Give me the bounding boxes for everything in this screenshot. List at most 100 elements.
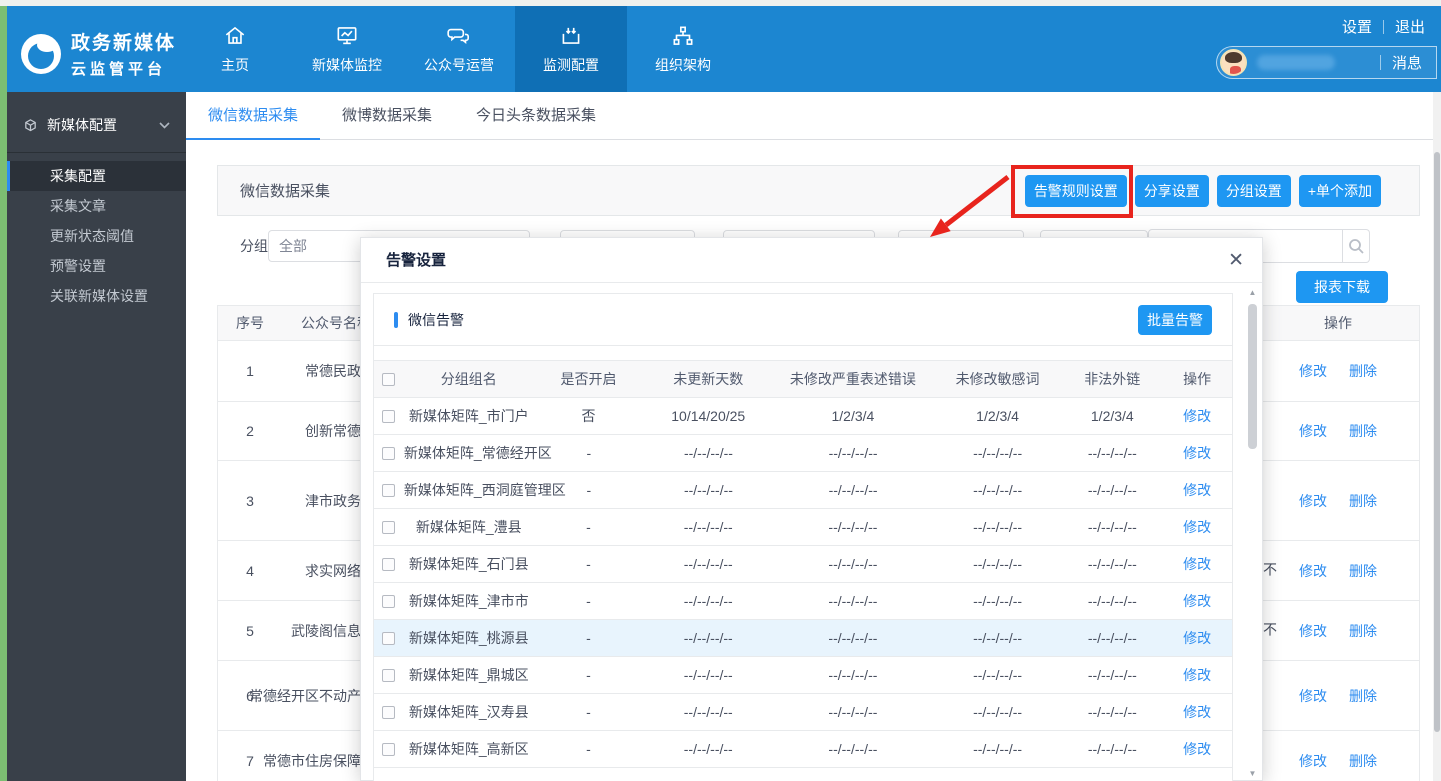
group-name-cell: 新媒体矩阵_鼎城区 — [408, 667, 529, 683]
edit-link[interactable]: 修改 — [1183, 630, 1211, 646]
row-checkbox[interactable] — [382, 520, 396, 534]
edit-link[interactable]: 修改 — [1299, 361, 1327, 381]
alert-table-row: 新媒体矩阵_津市市 - --/--/--/-- --/--/--/-- --/-… — [374, 583, 1232, 620]
nav-item-media-monitor[interactable]: 新媒体监控 — [291, 6, 403, 92]
scroll-up-arrow[interactable]: ▲ — [1246, 288, 1259, 297]
edit-link[interactable]: 修改 — [1183, 519, 1211, 535]
edit-link[interactable]: 修改 — [1299, 421, 1327, 441]
sidebar-item-related-media[interactable]: 关联新媒体设置 — [7, 281, 186, 311]
nav-item-account-ops[interactable]: 公众号运营 — [403, 6, 515, 92]
page-scrollbar[interactable] — [1433, 92, 1441, 781]
row-checkbox[interactable] — [382, 483, 396, 497]
close-icon[interactable]: ✕ — [1228, 238, 1244, 283]
illegal-cell: --/--/--/-- — [1087, 630, 1137, 646]
row-checkbox[interactable] — [382, 446, 396, 460]
delete-link[interactable]: 删除 — [1349, 621, 1377, 641]
nav-item-org-structure[interactable]: 组织架构 — [627, 6, 739, 92]
edit-link[interactable]: 修改 — [1183, 741, 1211, 757]
enabled-cell: - — [586, 741, 591, 757]
delete-link[interactable]: 删除 — [1349, 491, 1377, 511]
alert-table-row: 新媒体矩阵_西洞庭管理区 - --/--/--/-- --/--/--/-- -… — [374, 472, 1232, 509]
group-name-cell: 新媒体矩阵_津市市 — [408, 593, 529, 609]
delete-link[interactable]: 删除 — [1349, 751, 1377, 771]
scroll-down-arrow[interactable]: ▼ — [1246, 769, 1259, 778]
enabled-cell: - — [586, 667, 591, 683]
edit-link[interactable]: 修改 — [1183, 408, 1211, 424]
alert-table: 分组组名 是否开启 未更新天数 未修改严重表述错误 未修改敏感词 非法外链 操作… — [374, 360, 1232, 768]
row-checkbox[interactable] — [382, 409, 396, 423]
sidebar-item-warning-settings[interactable]: 预警设置 — [7, 251, 186, 281]
sidebar-item-collect-config[interactable]: 采集配置 — [7, 161, 186, 191]
row-checkbox[interactable] — [382, 742, 396, 756]
col-actions: 操作 — [1183, 371, 1212, 387]
share-settings-button[interactable]: 分享设置 — [1134, 174, 1209, 207]
sidebar-item-collect-articles[interactable]: 采集文章 — [7, 191, 186, 221]
logo-line1: 政务新媒体 — [71, 33, 177, 54]
row-checkbox[interactable] — [382, 594, 396, 608]
row-checkbox[interactable] — [382, 668, 396, 682]
edit-link[interactable]: 修改 — [1183, 445, 1211, 461]
enabled-cell: - — [586, 482, 592, 498]
logo-globe-icon — [21, 33, 61, 74]
delete-link[interactable]: 删除 — [1349, 686, 1377, 706]
errors-cell: --/--/--/-- — [828, 593, 878, 609]
col-days: 未更新天数 — [673, 371, 744, 387]
main-nav: 主页 新媒体监控 公众号运营 监测配置 组织架构 — [179, 6, 739, 92]
messages-link[interactable]: 消息 — [1392, 52, 1422, 73]
scrollbar-thumb[interactable] — [1434, 152, 1440, 732]
edit-link[interactable]: 修改 — [1183, 556, 1211, 572]
nav-item-monitor-config[interactable]: 监测配置 — [515, 6, 627, 92]
enabled-cell: - — [586, 519, 591, 535]
delete-link[interactable]: 删除 — [1349, 421, 1377, 441]
alert-rules-button[interactable]: 告警规则设置 — [1024, 174, 1127, 207]
edit-link[interactable]: 修改 — [1299, 686, 1327, 706]
edit-link[interactable]: 修改 — [1183, 482, 1211, 498]
delete-link[interactable]: 删除 — [1349, 361, 1377, 381]
nav-label: 主页 — [221, 57, 249, 73]
delete-link[interactable]: 删除 — [1349, 561, 1377, 581]
days-cell: --/--/--/-- — [683, 556, 733, 572]
add-single-button[interactable]: +单个添加 — [1298, 174, 1381, 207]
search-button[interactable] — [1343, 229, 1370, 263]
days-cell: 10/14/20/25 — [671, 408, 746, 424]
modal-scrollbar[interactable]: ▲ ▼ — [1246, 288, 1259, 778]
edit-link[interactable]: 修改 — [1299, 751, 1327, 771]
days-cell: --/--/--/-- — [683, 593, 733, 609]
group-name-cell: 新媒体矩阵_汉寿县 — [408, 704, 529, 720]
edit-link[interactable]: 修改 — [1299, 621, 1327, 641]
settings-link[interactable]: 设置 — [1342, 16, 1372, 37]
nav-item-home[interactable]: 主页 — [179, 6, 291, 92]
enabled-cell: - — [586, 593, 591, 609]
edit-link[interactable]: 修改 — [1299, 491, 1327, 511]
row-checkbox[interactable] — [382, 557, 396, 571]
row-checkbox[interactable] — [382, 705, 396, 719]
edit-link[interactable]: 修改 — [1183, 593, 1211, 609]
tab-toutiao-collect[interactable]: 今日头条数据采集 — [454, 92, 618, 140]
errors-cell: --/--/--/-- — [828, 556, 878, 572]
monitor-icon — [337, 27, 357, 45]
report-download-button[interactable]: 报表下载 — [1296, 271, 1388, 303]
col-enabled: 是否开启 — [560, 371, 617, 387]
tab-weibo-collect[interactable]: 微博数据采集 — [320, 92, 454, 140]
app-logo: 政务新媒体 云监管平台 — [21, 28, 176, 79]
panel-header: 微信数据采集 告警规则设置 分享设置 分组设置 +单个添加 — [217, 165, 1420, 216]
modal-section-header: 微信告警 批量告警 — [374, 294, 1232, 346]
tab-wechat-collect[interactable]: 微信数据采集 — [186, 92, 320, 140]
cube-icon — [25, 118, 36, 131]
days-cell: --/--/--/-- — [683, 741, 733, 757]
scrollbar-thumb[interactable] — [1248, 304, 1257, 449]
alert-table-row: 新媒体矩阵_澧县 - --/--/--/-- --/--/--/-- --/--… — [374, 509, 1232, 546]
edit-link[interactable]: 修改 — [1299, 561, 1327, 581]
errors-cell: --/--/--/-- — [828, 445, 878, 461]
errors-cell: --/--/--/-- — [828, 704, 878, 720]
sidebar-group-media-config[interactable]: 新媒体配置 — [7, 106, 186, 144]
logout-link[interactable]: 退出 — [1395, 16, 1425, 37]
select-all-checkbox[interactable] — [382, 372, 396, 386]
sidebar-item-update-threshold[interactable]: 更新状态阈值 — [7, 221, 186, 251]
user-pill[interactable]: 消息 — [1216, 46, 1437, 79]
group-settings-button[interactable]: 分组设置 — [1216, 174, 1291, 207]
edit-link[interactable]: 修改 — [1183, 667, 1211, 683]
edit-link[interactable]: 修改 — [1183, 704, 1211, 720]
batch-alert-button[interactable]: 批量告警 — [1138, 304, 1212, 335]
row-checkbox[interactable] — [382, 631, 396, 645]
